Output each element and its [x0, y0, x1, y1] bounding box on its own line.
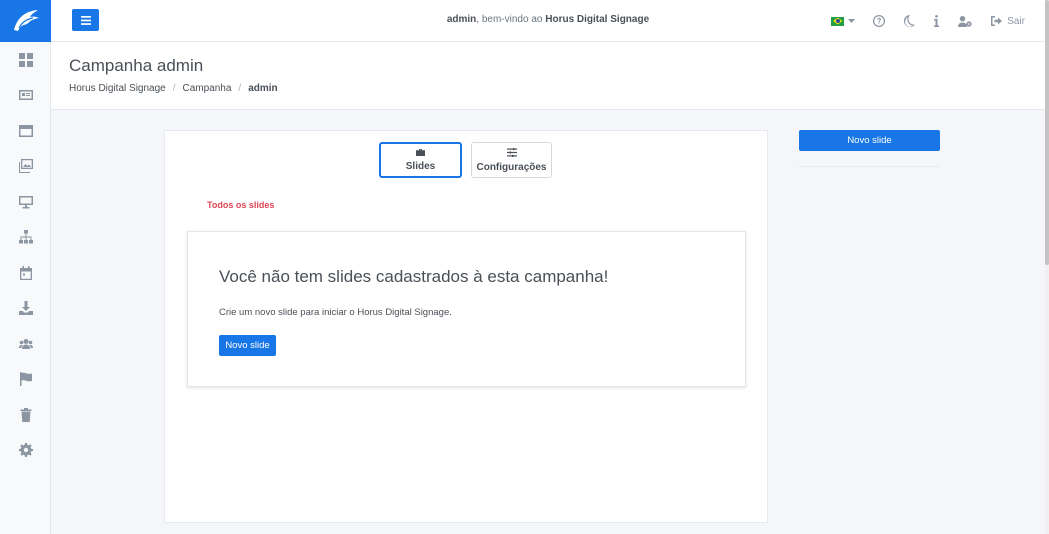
welcome-user: admin: [446, 14, 477, 25]
eagle-logo-icon: [13, 10, 39, 32]
calendar-icon: [19, 265, 32, 280]
breadcrumb-separator: /: [238, 83, 242, 94]
sidebar-item-media[interactable]: [0, 149, 51, 185]
breadcrumb: Horus Digital Signage / Campanha / admin: [69, 83, 278, 94]
sidebar-item-cards[interactable]: [0, 78, 51, 114]
sign-out-icon: [991, 16, 1003, 26]
sidebar: [0, 0, 51, 534]
empty-state-title: Você não tem slides cadastrados à esta c…: [219, 267, 609, 286]
logout-button[interactable]: Sair: [991, 16, 1025, 27]
tab-settings[interactable]: Configurações: [471, 142, 552, 178]
sidebar-item-screens[interactable]: [0, 184, 51, 220]
images-icon: [18, 159, 33, 174]
window-icon: [18, 124, 33, 137]
info-icon: [934, 15, 940, 27]
all-slides-label[interactable]: Todos os slides: [207, 200, 274, 210]
logout-label: Sair: [1007, 15, 1025, 27]
caret-down-icon: [848, 18, 856, 23]
sidebar-item-settings[interactable]: [0, 433, 51, 469]
user-gear-icon: [958, 15, 972, 27]
moon-icon: [904, 15, 916, 27]
sliders-icon: [506, 147, 517, 157]
dashboard-icon: [18, 52, 33, 67]
brazil-flag-icon: [831, 16, 845, 26]
download-icon: [18, 301, 33, 316]
users-icon: [18, 338, 33, 349]
sidebar-item-downloads[interactable]: [0, 291, 51, 327]
welcome-text: , bem-vindo ao: [476, 14, 546, 25]
gear-icon: [18, 443, 33, 458]
empty-state-description: Crie um novo slide para iniciar o Horus …: [219, 307, 452, 318]
breadcrumb-separator: /: [172, 83, 176, 94]
sidebar-item-dashboard[interactable]: [0, 42, 51, 78]
page-scrollbar[interactable]: [1045, 0, 1049, 534]
sidebar-item-layouts[interactable]: [0, 113, 51, 149]
sidebar-item-schedule[interactable]: [0, 255, 51, 291]
breadcrumb-home[interactable]: Horus Digital Signage: [69, 83, 166, 94]
empty-state: Você não tem slides cadastrados à esta c…: [187, 231, 746, 387]
tab-settings-label: Configurações: [476, 161, 547, 173]
help-button[interactable]: [873, 15, 886, 27]
page-header: Campanha admin Horus Digital Signage / C…: [51, 42, 1045, 110]
theme-toggle-button[interactable]: [904, 15, 916, 27]
new-slide-sidebar-button[interactable]: Novo slide: [799, 130, 940, 151]
id-card-icon: [18, 90, 33, 101]
tab-slides-label: Slides: [405, 160, 436, 172]
sidebar-item-users[interactable]: [0, 326, 51, 362]
monitor-icon: [18, 195, 33, 209]
sidebar-item-campaigns[interactable]: [0, 362, 51, 398]
app-logo[interactable]: [0, 0, 51, 42]
info-button[interactable]: [934, 15, 940, 27]
tab-slides[interactable]: Slides: [379, 142, 462, 178]
user-settings-button[interactable]: [958, 15, 972, 27]
top-actions: Sair: [815, 0, 1045, 42]
trash-icon: [20, 407, 31, 422]
sidebar-item-trash[interactable]: [0, 397, 51, 433]
flag-icon: [19, 372, 32, 387]
campaign-card: Slides Configurações Todos os slides Voc…: [164, 130, 768, 523]
breadcrumb-campaign[interactable]: Campanha: [183, 83, 232, 94]
scrollbar-thumb[interactable]: [1045, 0, 1049, 265]
new-slide-button[interactable]: Novo slide: [219, 335, 276, 356]
sidebar-item-groups[interactable]: [0, 220, 51, 256]
question-circle-icon: [873, 15, 886, 27]
language-selector[interactable]: [831, 16, 856, 26]
page-title: Campanha admin: [69, 56, 204, 75]
top-bar: admin, bem-vindo ao Horus Digital Signag…: [51, 0, 1045, 42]
app-name: Horus Digital Signage: [545, 14, 650, 25]
sitemap-icon: [18, 230, 33, 244]
briefcase-icon: [416, 148, 425, 156]
right-panel-divider: [799, 166, 940, 167]
breadcrumb-current: admin: [248, 83, 278, 94]
